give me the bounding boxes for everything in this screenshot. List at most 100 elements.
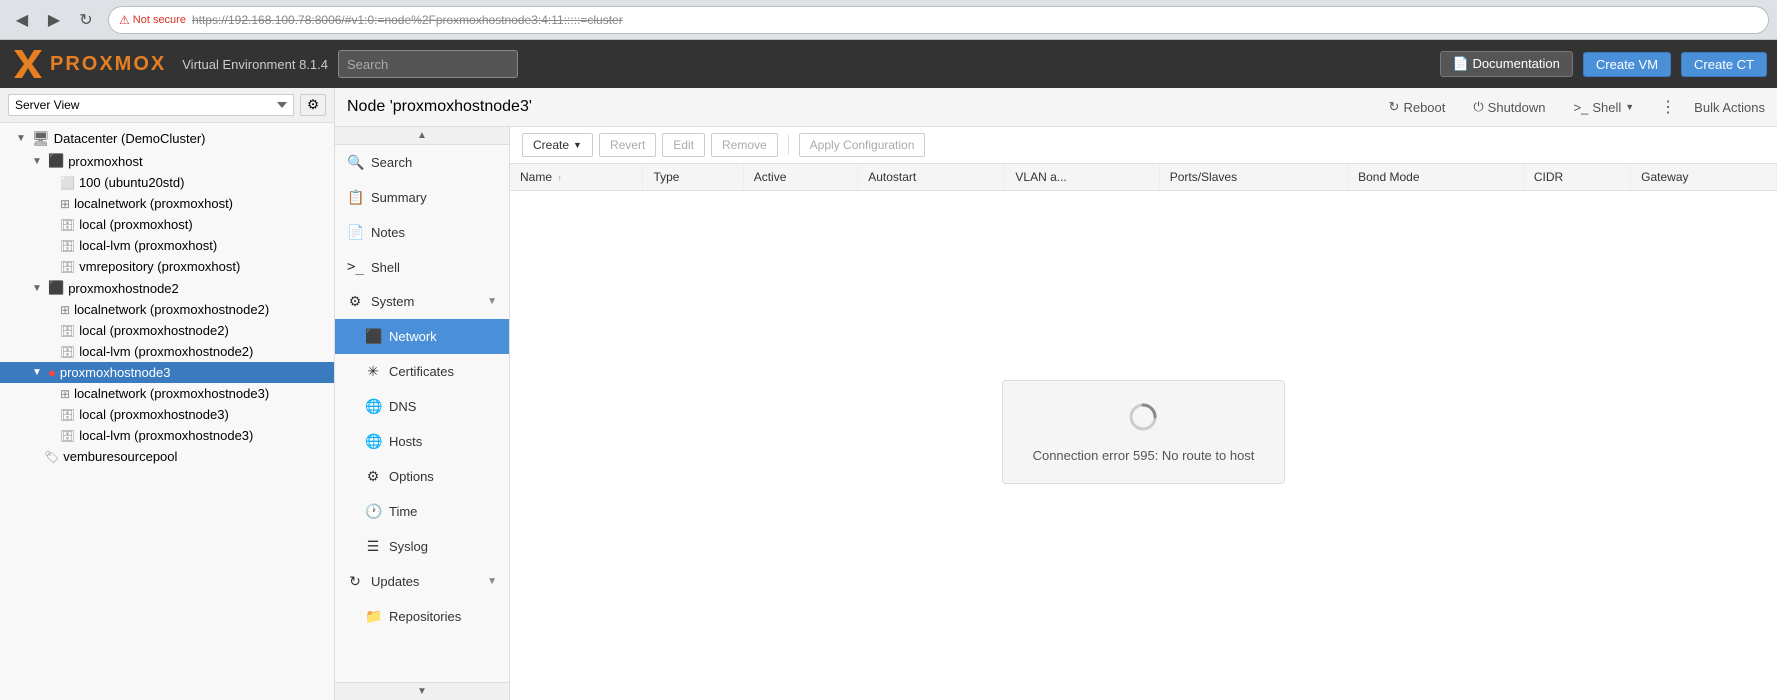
shell-button[interactable]: >_ Shell ▼ xyxy=(1566,97,1643,118)
nav-syslog-label: Syslog xyxy=(389,539,428,554)
create-ct-button[interactable]: Create CT xyxy=(1681,52,1767,77)
server-view-select[interactable]: Server View xyxy=(8,94,294,116)
nav-item-syslog[interactable]: ☰ Syslog xyxy=(335,529,509,564)
nav-certificates-label: Certificates xyxy=(389,364,454,379)
sidebar-item-local-pmh2[interactable]: 🗄 local (proxmoxhostnode2) xyxy=(0,320,334,341)
sidebar-item-100[interactable]: ⬜ 100 (ubuntu20std) xyxy=(0,172,334,193)
col-gateway[interactable]: Gateway xyxy=(1631,164,1777,191)
search-nav-icon: 🔍 xyxy=(347,154,363,171)
network-table: Name ↑ Type Active Autostart VLAN a... P… xyxy=(510,164,1777,191)
node-error-icon: ● xyxy=(48,365,56,380)
sidebar-item-proxmoxhost[interactable]: ▼ ⬛ proxmoxhost xyxy=(0,150,334,172)
reboot-button[interactable]: ↻ Reboot xyxy=(1381,96,1454,118)
col-active[interactable]: Active xyxy=(743,164,857,191)
nav-item-summary[interactable]: 📋 Summary xyxy=(335,180,509,215)
nav-updates-label: Updates xyxy=(371,574,419,589)
localnetwork-pmh3-label: localnetwork (proxmoxhostnode3) xyxy=(74,386,269,401)
content-split: ▲ 🔍 Search 📋 Summary 📄 Notes >_ Shell xyxy=(335,127,1777,700)
sidebar-item-localnetwork-pmh2[interactable]: ⊞ localnetwork (proxmoxhostnode2) xyxy=(0,299,334,320)
create-button[interactable]: Create ▼ xyxy=(522,133,593,157)
sidebar-item-localnetwork-pmh3[interactable]: ⊞ localnetwork (proxmoxhostnode3) xyxy=(0,383,334,404)
forward-button[interactable]: ▶ xyxy=(40,6,68,34)
node-title: Node 'proxmoxhostnode3' xyxy=(347,98,1369,116)
shutdown-button[interactable]: ⏻ Shutdown xyxy=(1465,96,1553,118)
nav-item-search[interactable]: 🔍 Search xyxy=(335,145,509,180)
sidebar-item-vemburepool[interactable]: 🏷 vemburesourcepool xyxy=(0,446,334,467)
nav-item-shell[interactable]: >_ Shell xyxy=(335,250,509,284)
repositories-nav-icon: 📁 xyxy=(365,608,381,625)
sidebar-item-local-pmh3[interactable]: 🗄 local (proxmoxhostnode3) xyxy=(0,404,334,425)
sidebar-item-proxmoxhostnode2[interactable]: ▼ ⬛ proxmoxhostnode2 xyxy=(0,277,334,299)
nav-item-dns[interactable]: 🌐 DNS xyxy=(335,389,509,424)
edit-button[interactable]: Edit xyxy=(662,133,705,157)
documentation-button[interactable]: 📄 Documentation xyxy=(1440,51,1573,77)
col-name[interactable]: Name ↑ xyxy=(510,164,643,191)
sidebar-settings-button[interactable]: ⚙ xyxy=(300,94,326,116)
back-button[interactable]: ◀ xyxy=(8,6,36,34)
sidebar-item-datacenter[interactable]: ▼ 🖥 Datacenter (DemoCluster) xyxy=(0,127,334,150)
sidebar-header: Server View ⚙ xyxy=(0,88,334,123)
expand-icon: ▼ xyxy=(32,156,44,167)
shell-dropdown-icon: ▼ xyxy=(1625,102,1634,112)
sidebar-item-proxmoxhostnode3[interactable]: ▼ ● proxmoxhostnode3 xyxy=(0,362,334,383)
hosts-nav-icon: 🌐 xyxy=(365,433,381,450)
local-pmh2-label: local (proxmoxhostnode2) xyxy=(79,323,229,338)
shell-nav-icon: >_ xyxy=(347,259,363,275)
certificates-nav-icon: ✳ xyxy=(365,363,381,380)
storage-icon: 🗄 xyxy=(60,345,75,359)
sidebar-item-local-lvm-pmh3[interactable]: 🗄 local-lvm (proxmoxhostnode3) xyxy=(0,425,334,446)
scroll-up-button[interactable]: ▲ xyxy=(335,127,509,145)
nav-item-network[interactable]: ⬛ Network xyxy=(335,319,509,354)
sidebar-item-local-lvm-pmh[interactable]: 🗄 local-lvm (proxmoxhost) xyxy=(0,235,334,256)
nav-item-hosts[interactable]: 🌐 Hosts xyxy=(335,424,509,459)
sidebar-item-vmrepo-pmh[interactable]: 🗄 vmrepository (proxmoxhost) xyxy=(0,256,334,277)
bulk-actions-label: Bulk Actions xyxy=(1694,100,1765,115)
vm-label: 100 (ubuntu20std) xyxy=(79,175,185,190)
nav-notes-label: Notes xyxy=(371,225,405,240)
nav-section-updates[interactable]: ↻ Updates ▼ xyxy=(335,564,509,599)
sidebar-item-local-pmh[interactable]: 🗄 local (proxmoxhost) xyxy=(0,214,334,235)
sidebar-item-localnetwork-pmh[interactable]: ⊞ localnetwork (proxmoxhost) xyxy=(0,193,334,214)
nav-dns-label: DNS xyxy=(389,399,416,414)
nav-item-repositories[interactable]: 📁 Repositories xyxy=(335,599,509,634)
vm-icon: ⬜ xyxy=(60,176,75,190)
nav-options-label: Options xyxy=(389,469,434,484)
revert-button[interactable]: Revert xyxy=(599,133,656,157)
col-vlan-aware[interactable]: VLAN a... xyxy=(1005,164,1159,191)
nav-section-system[interactable]: ⚙ System ▼ xyxy=(335,284,509,319)
scroll-down-button[interactable]: ▼ xyxy=(335,682,509,700)
proxmoxhost-label: proxmoxhost xyxy=(68,154,142,169)
create-vm-button[interactable]: Create VM xyxy=(1583,52,1671,77)
nav-time-label: Time xyxy=(389,504,417,519)
reload-button[interactable]: ↻ xyxy=(72,6,100,34)
storage-icon: 🗄 xyxy=(60,218,75,232)
proxmox-logo-icon xyxy=(10,46,46,82)
nav-item-certificates[interactable]: ✳ Certificates xyxy=(335,354,509,389)
localnetwork-pmh-label: localnetwork (proxmoxhost) xyxy=(74,196,233,211)
global-search-input[interactable] xyxy=(338,50,518,78)
nav-system-label: System xyxy=(371,294,414,309)
storage-icon: 🗄 xyxy=(60,239,75,253)
bulk-actions-button[interactable]: ⋮ xyxy=(1654,94,1682,120)
expand-icon: ▼ xyxy=(32,283,44,294)
remove-button[interactable]: Remove xyxy=(711,133,778,157)
sidebar-item-local-lvm-pmh2[interactable]: 🗄 local-lvm (proxmoxhostnode2) xyxy=(0,341,334,362)
apply-config-button[interactable]: Apply Configuration xyxy=(799,133,926,157)
right-panel: Create ▼ Revert Edit Remove Apply Config… xyxy=(510,127,1777,700)
updates-expand-icon: ▼ xyxy=(487,576,497,587)
network-icon: ⊞ xyxy=(60,387,70,401)
col-bond-mode[interactable]: Bond Mode xyxy=(1348,164,1524,191)
proxmox-logo: PROXMOX xyxy=(10,46,166,82)
nav-item-notes[interactable]: 📄 Notes xyxy=(335,215,509,250)
col-autostart[interactable]: Autostart xyxy=(858,164,1005,191)
main-layout: Server View ⚙ ▼ 🖥 Datacenter (DemoCluste… xyxy=(0,88,1777,700)
col-cidr[interactable]: CIDR xyxy=(1523,164,1630,191)
pool-icon: 🏷 xyxy=(44,450,59,464)
nav-item-time[interactable]: 🕐 Time xyxy=(335,494,509,529)
address-bar[interactable]: ⚠ Not secure https://192.168.100.78:8006… xyxy=(108,6,1769,34)
col-type[interactable]: Type xyxy=(643,164,743,191)
tree-container: ▼ 🖥 Datacenter (DemoCluster) ▼ ⬛ proxmox… xyxy=(0,123,334,700)
nav-item-options[interactable]: ⚙ Options xyxy=(335,459,509,494)
proxmoxhostnode2-label: proxmoxhostnode2 xyxy=(68,281,179,296)
col-ports-slaves[interactable]: Ports/Slaves xyxy=(1159,164,1347,191)
